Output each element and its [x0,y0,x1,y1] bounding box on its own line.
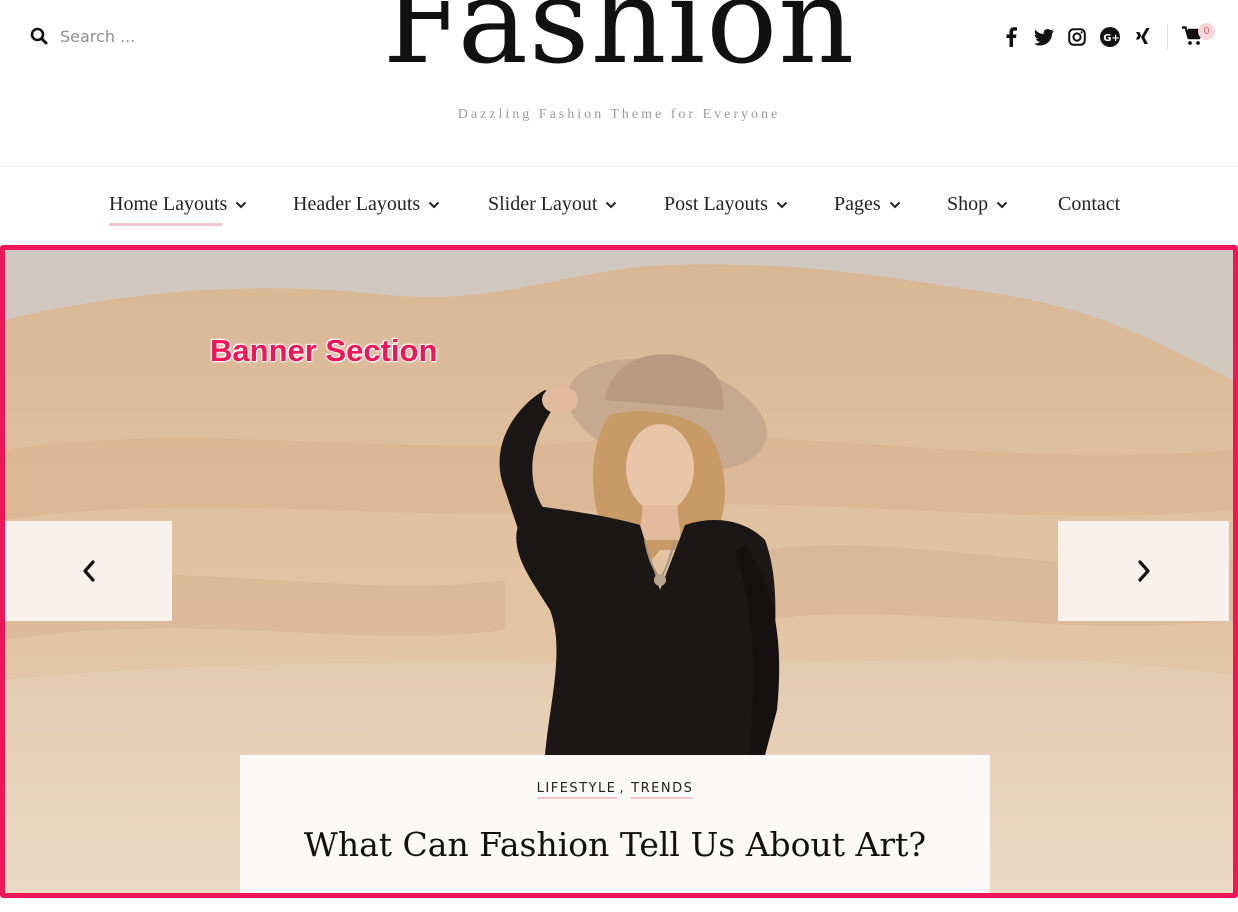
slider-next-button[interactable] [1058,521,1229,621]
post-categories: LIFESTYLE, TRENDS [240,781,990,799]
social-divider [1167,24,1168,50]
social-links: G+ 0 [1000,23,1215,50]
nav-item-home-layouts[interactable]: Home Layouts [109,193,247,216]
chevron-left-icon [82,560,95,582]
nav-item-pages[interactable]: Pages [834,193,901,216]
active-nav-indicator [109,223,222,226]
instagram-icon[interactable] [1066,26,1088,48]
nav-item-header-layouts[interactable]: Header Layouts [293,193,440,216]
cart-button[interactable]: 0 [1182,23,1215,48]
chevron-down-icon [236,201,247,208]
google-plus-icon[interactable]: G+ [1099,26,1121,48]
category-link-trends[interactable]: TRENDS [631,781,694,799]
chevron-right-icon [1137,560,1150,582]
category-link-lifestyle[interactable]: LIFESTYLE [536,781,617,799]
xing-icon[interactable] [1132,26,1154,48]
nav-item-contact[interactable]: Contact [1058,193,1120,216]
site-header: Fashion Dazzling Fashion Theme for Every… [0,0,1238,166]
category-separator: , [619,781,626,796]
chevron-down-icon [776,201,788,208]
nav-item-label: Home Layouts [109,193,228,215]
nav-item-slider-layout[interactable]: Slider Layout [488,193,617,216]
twitter-icon[interactable] [1033,26,1055,48]
nav-item-label: Slider Layout [488,193,598,215]
slider-prev-button[interactable] [5,521,172,621]
main-navigation: Home Layouts Header Layouts Slider Layou… [0,167,1238,245]
nav-item-label: Pages [834,193,881,215]
chevron-down-icon [606,201,617,208]
post-title[interactable]: What Can Fashion Tell Us About Art? [240,825,990,864]
svg-text:G+: G+ [1103,33,1120,44]
nav-item-post-layouts[interactable]: Post Layouts [664,193,788,216]
banner-section: Banner Section LIFESTYLE, TRENDS What Can… [0,245,1238,898]
chevron-down-icon [428,201,440,208]
nav-item-shop[interactable]: Shop [947,193,1008,216]
nav-item-label: Shop [947,193,989,215]
chevron-down-icon [889,201,900,208]
nav-item-label: Post Layouts [664,193,768,215]
facebook-icon[interactable] [1000,26,1022,48]
nav-item-label: Contact [1058,193,1121,215]
cart-count-badge: 0 [1198,23,1215,40]
site-tagline: Dazzling Fashion Theme for Everyone [457,107,781,122]
banner-section-label: Banner Section [210,333,438,368]
nav-item-label: Header Layouts [293,193,421,215]
slide-caption: LIFESTYLE, TRENDS What Can Fashion Tell U… [240,755,990,893]
chevron-down-icon [996,201,1008,208]
